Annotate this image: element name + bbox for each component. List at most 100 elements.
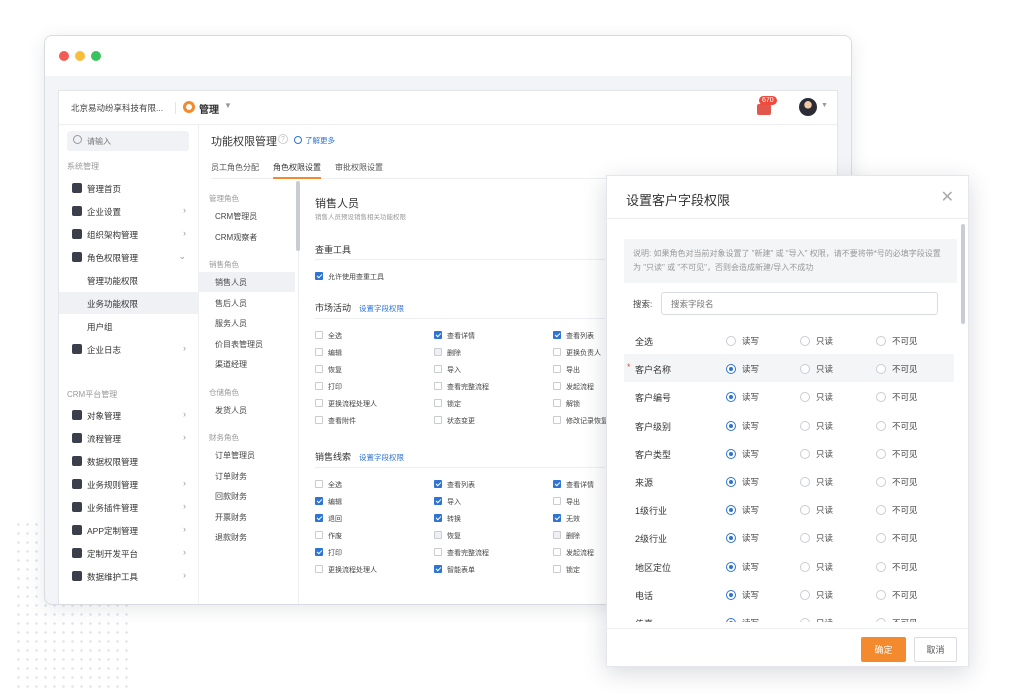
sidebar-item[interactable]: 数据权限管理 <box>59 450 198 472</box>
sidebar-item[interactable]: 业务插件管理 › <box>59 496 198 518</box>
permission-checkbox[interactable]: 转换 <box>434 514 461 524</box>
permission-radio[interactable]: 不可见 <box>876 420 918 432</box>
permission-checkbox[interactable]: 发起流程 <box>553 548 594 558</box>
permission-checkbox[interactable]: 查看完整流程 <box>434 382 489 392</box>
role-item[interactable]: 订单管理员 <box>199 445 295 465</box>
permission-checkbox[interactable]: 查看完整流程 <box>434 548 489 558</box>
module-switcher[interactable]: 管理 <box>199 101 219 116</box>
permission-radio[interactable]: 只读 <box>800 504 833 516</box>
permission-checkbox[interactable]: 打印 <box>315 382 342 392</box>
close-icon[interactable]: ✕ <box>941 187 954 207</box>
role-item[interactable]: CRM观察者 <box>199 227 295 247</box>
cancel-button[interactable]: 取消 <box>914 637 957 662</box>
permission-radio[interactable]: 只读 <box>800 617 833 622</box>
permission-checkbox[interactable]: 发起流程 <box>553 382 594 392</box>
permission-radio[interactable]: 只读 <box>800 391 833 403</box>
field-permission-link[interactable]: 设置字段权限 <box>359 453 404 462</box>
role-item[interactable]: 销售人员 <box>199 272 295 292</box>
permission-checkbox[interactable]: 查看附件 <box>315 416 356 426</box>
permission-checkbox[interactable]: 编辑 <box>315 497 342 507</box>
permission-radio[interactable]: 只读 <box>800 335 833 347</box>
sidebar-item[interactable]: 管理功能权限 <box>59 269 198 291</box>
permission-checkbox[interactable]: 查看详情 <box>553 480 594 490</box>
checkbox-allow-dup-tool[interactable]: 允许使用查重工具 <box>315 272 384 282</box>
role-item[interactable]: 发货人员 <box>199 400 295 420</box>
permission-checkbox[interactable]: 恢复 <box>315 365 342 375</box>
minimize-window-button[interactable] <box>75 51 85 61</box>
permission-checkbox[interactable]: 导出 <box>553 497 580 507</box>
sidebar-item[interactable]: 用户组 <box>59 315 198 337</box>
permission-checkbox[interactable]: 删除 <box>434 348 461 358</box>
permission-radio[interactable]: 只读 <box>800 476 833 488</box>
tab-role-permissions[interactable]: 角色权限设置 <box>273 162 321 179</box>
help-icon[interactable]: ? <box>278 134 288 144</box>
permission-radio[interactable]: 读写 <box>726 391 759 403</box>
permission-checkbox[interactable]: 导入 <box>434 497 461 507</box>
avatar[interactable] <box>799 98 817 116</box>
sidebar-item[interactable]: 企业日志 › <box>59 338 198 360</box>
permission-checkbox[interactable]: 更换流程处理人 <box>315 565 377 575</box>
permission-checkbox[interactable]: 全选 <box>315 331 342 341</box>
sidebar-item[interactable]: 管理首页 <box>59 177 198 199</box>
role-item[interactable]: 订单财务 <box>199 466 295 486</box>
permission-checkbox[interactable]: 打印 <box>315 548 342 558</box>
permission-checkbox[interactable]: 锁定 <box>553 565 580 575</box>
role-item[interactable]: CRM管理员 <box>199 206 295 226</box>
permission-radio[interactable]: 读写 <box>726 335 759 347</box>
permission-checkbox[interactable]: 导入 <box>434 365 461 375</box>
role-item[interactable]: 渠道经理 <box>199 354 295 374</box>
sidebar-item[interactable]: 业务功能权限 <box>59 292 198 314</box>
permission-radio[interactable]: 不可见 <box>876 363 918 375</box>
sidebar-item[interactable]: 组织架构管理 › <box>59 223 198 245</box>
sidebar-item[interactable]: 定制开发平台 › <box>59 542 198 564</box>
notification-icon[interactable] <box>757 104 771 115</box>
permission-radio[interactable]: 不可见 <box>876 589 918 601</box>
permission-radio[interactable]: 只读 <box>800 561 833 573</box>
permission-checkbox[interactable]: 状态变更 <box>434 416 475 426</box>
role-item[interactable]: 退款财务 <box>199 527 295 547</box>
permission-radio[interactable]: 读写 <box>726 589 759 601</box>
permission-radio[interactable]: 只读 <box>800 420 833 432</box>
confirm-button[interactable]: 确定 <box>861 637 906 662</box>
field-search-input[interactable] <box>661 292 938 315</box>
permission-radio[interactable]: 不可见 <box>876 335 918 347</box>
sidebar-item[interactable]: 数据维护工具 › <box>59 565 198 587</box>
permission-checkbox[interactable]: 删除 <box>553 531 580 541</box>
permission-checkbox[interactable]: 查看列表 <box>553 331 594 341</box>
role-item[interactable]: 回款财务 <box>199 486 295 506</box>
permission-checkbox[interactable]: 修改记录恢复 <box>553 416 608 426</box>
chevron-down-icon[interactable]: ▼ <box>821 102 828 109</box>
permission-radio[interactable]: 不可见 <box>876 391 918 403</box>
permission-radio[interactable]: 只读 <box>800 532 833 544</box>
learn-more-link[interactable]: 了解更多 <box>294 135 335 146</box>
permission-checkbox[interactable]: 作废 <box>315 531 342 541</box>
sidebar-item[interactable]: 对象管理 › <box>59 404 198 426</box>
permission-radio[interactable]: 只读 <box>800 589 833 601</box>
permission-radio[interactable]: 不可见 <box>876 504 918 516</box>
permission-radio[interactable]: 只读 <box>800 363 833 375</box>
scrollbar[interactable] <box>961 224 965 324</box>
company-name[interactable]: 北京易动纷享科技有限... <box>71 102 163 114</box>
sidebar-item[interactable]: APP定制管理 › <box>59 519 198 541</box>
permission-radio[interactable]: 只读 <box>800 448 833 460</box>
role-item[interactable]: 售后人员 <box>199 293 295 313</box>
sidebar-item[interactable]: 企业设置 › <box>59 200 198 222</box>
permission-checkbox[interactable]: 更换流程处理人 <box>315 399 377 409</box>
permission-checkbox[interactable]: 解锁 <box>553 399 580 409</box>
permission-checkbox[interactable]: 编辑 <box>315 348 342 358</box>
role-item[interactable]: 服务人员 <box>199 313 295 333</box>
permission-radio[interactable]: 不可见 <box>876 476 918 488</box>
field-permission-link[interactable]: 设置字段权限 <box>359 304 404 313</box>
permission-radio[interactable]: 读写 <box>726 363 759 375</box>
permission-checkbox[interactable]: 导出 <box>553 365 580 375</box>
close-window-button[interactable] <box>59 51 69 61</box>
permission-checkbox[interactable]: 锁定 <box>434 399 461 409</box>
permission-radio[interactable]: 不可见 <box>876 532 918 544</box>
permission-checkbox[interactable]: 恢复 <box>434 531 461 541</box>
permission-radio[interactable]: 读写 <box>726 420 759 432</box>
permission-radio[interactable]: 读写 <box>726 448 759 460</box>
permission-radio[interactable]: 不可见 <box>876 617 918 622</box>
permission-checkbox[interactable]: 查看列表 <box>434 480 475 490</box>
chevron-down-icon[interactable]: ▼ <box>224 101 232 110</box>
permission-checkbox[interactable]: 智能表单 <box>434 565 475 575</box>
